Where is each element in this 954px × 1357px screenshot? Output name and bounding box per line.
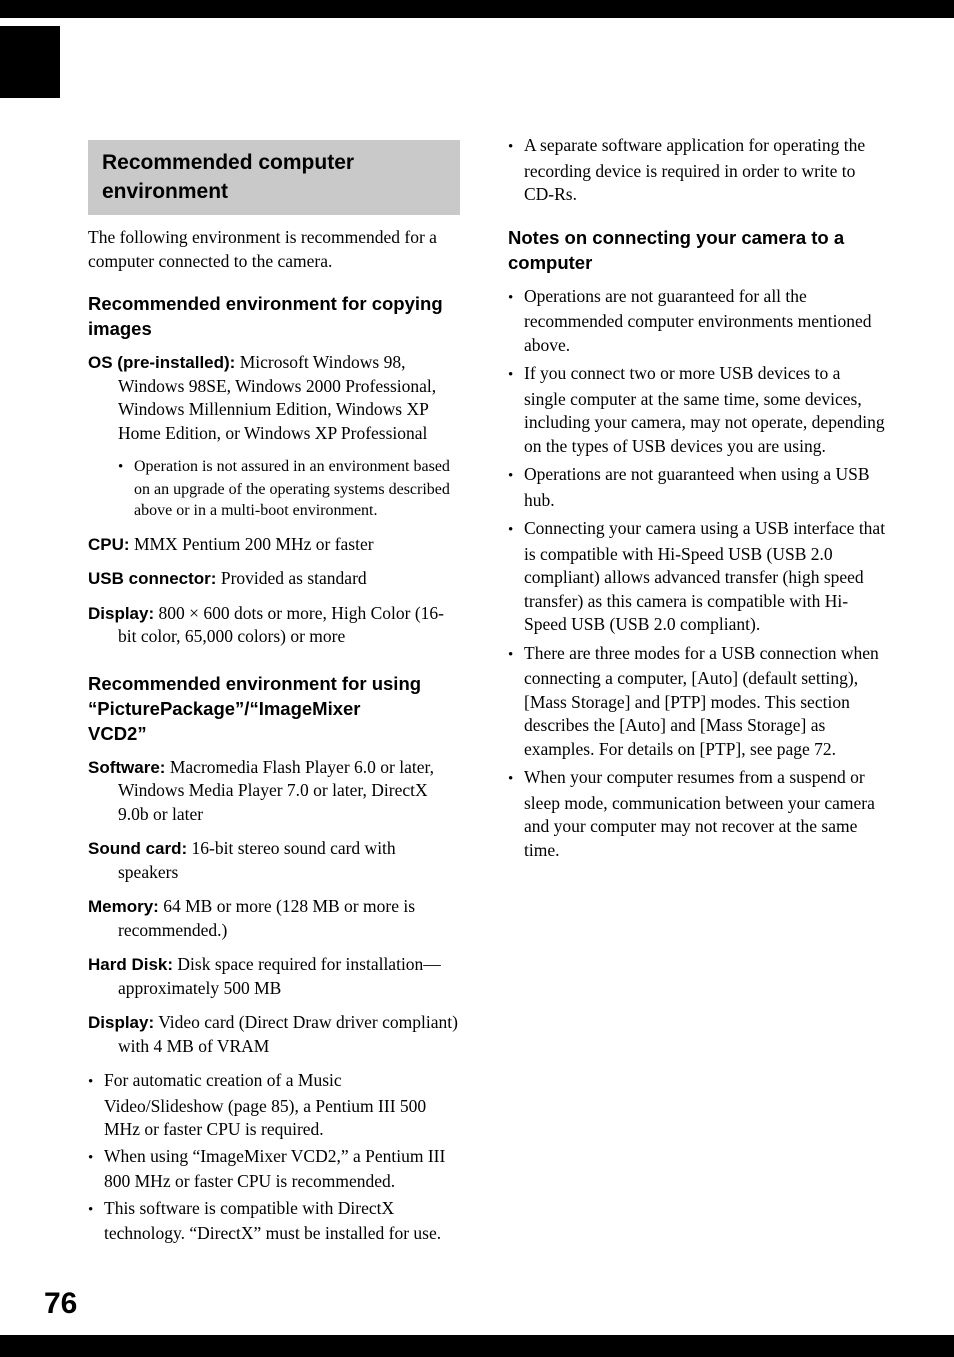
spec-display-value: 800 × 600 dots or more, High Color (16-b… <box>118 602 444 647</box>
spec-software-value: Macromedia Flash Player 6.0 or later, Wi… <box>118 756 434 824</box>
spec-display-label: Display: <box>88 603 155 623</box>
spec-display-vram-label: Display: <box>88 1013 155 1032</box>
spec-display-vram: Display: Video card (Direct Draw driver … <box>88 1011 460 1058</box>
spec-software-label: Software: <box>88 757 166 777</box>
heading-copying-images: Recommended environment for copying imag… <box>88 293 443 339</box>
section-heading-line2: environment <box>102 180 229 203</box>
heading-notes-connecting-line1: Notes on connecting your camera to a <box>508 226 845 248</box>
spec-usb-connector-value: Provided as standard <box>220 568 367 588</box>
right-column: A separate software application for oper… <box>508 134 886 873</box>
list-item: A separate software application for oper… <box>508 134 886 207</box>
connection-notes-list: Operations are not guaranteed for all th… <box>508 285 886 863</box>
heading-picturepackage: Recommended environment for using “Pictu… <box>88 671 460 746</box>
list-item: This software is compatible with DirectX… <box>88 1197 460 1246</box>
list-item: When your computer resumes from a suspen… <box>508 766 886 862</box>
spec-usb-connector: USB connector: Provided as standard <box>88 567 460 591</box>
picturepackage-notes-list: For automatic creation of a Music Video/… <box>88 1069 460 1246</box>
list-item: Connecting your camera using a USB inter… <box>508 517 886 637</box>
spec-memory: Memory: 64 MB or more (128 MB or more is… <box>88 895 460 942</box>
spec-display-vram-value: Video card (Direct Draw driver compliant… <box>118 1012 458 1056</box>
spec-usb-connector-label: USB connector: <box>88 569 217 588</box>
spec-cpu: CPU: MMX Pentium 200 MHz or faster <box>88 533 460 557</box>
spec-cpu-value: MMX Pentium 200 MHz or faster <box>133 533 374 554</box>
heading-notes-connecting-line2: computer <box>508 251 593 273</box>
spec-hard-disk: Hard Disk: Disk space required for insta… <box>88 953 460 1000</box>
spec-memory-label: Memory: <box>88 897 159 916</box>
list-item: When using “ImageMixer VCD2,” a Pentium … <box>88 1145 460 1194</box>
section-heading: Recommended computer environment <box>88 140 460 215</box>
spec-sound-card: Sound card: 16-bit stereo sound card wit… <box>88 837 460 884</box>
page-corner-tab <box>0 26 60 98</box>
document-page: Recommended computer environment The fol… <box>0 0 954 1357</box>
page-number: 76 <box>44 1287 78 1320</box>
spec-os: OS (pre-installed): Microsoft Windows 98… <box>88 351 460 445</box>
spec-cpu-label: CPU: <box>88 534 130 554</box>
top-notes-list: A separate software application for oper… <box>508 134 886 207</box>
section-heading-line1: Recommended computer <box>102 151 355 174</box>
bottom-black-bar <box>0 1335 954 1357</box>
spec-os-label: OS (pre-installed): <box>88 353 236 372</box>
spec-sound-card-label: Sound card: <box>88 839 188 858</box>
os-note-list: Operation is not assured in an environme… <box>118 456 460 522</box>
heading-notes-connecting: Notes on connecting your camera to a com… <box>508 225 886 275</box>
list-item: For automatic creation of a Music Video/… <box>88 1069 460 1142</box>
list-item: If you connect two or more USB devices t… <box>508 362 886 458</box>
spec-software: Software: Macromedia Flash Player 6.0 or… <box>88 756 460 827</box>
heading-picturepackage-line2: “PicturePackage”/“ImageMixer <box>88 697 361 719</box>
top-black-bar <box>0 0 954 18</box>
spec-memory-value: 64 MB or more (128 MB or more is recomme… <box>118 896 416 940</box>
intro-paragraph: The following environment is recommended… <box>88 227 437 271</box>
spec-display: Display: 800 × 600 dots or more, High Co… <box>88 602 460 649</box>
list-item: There are three modes for a USB connecti… <box>508 642 886 762</box>
left-column: Recommended computer environment The fol… <box>88 140 460 1257</box>
list-item: Operations are not guaranteed when using… <box>508 463 886 512</box>
list-item: Operation is not assured in an environme… <box>118 456 460 522</box>
list-item: Operations are not guaranteed for all th… <box>508 285 886 358</box>
spec-hard-disk-label: Hard Disk: <box>88 955 174 974</box>
heading-picturepackage-line1: Recommended environment for using <box>88 672 422 694</box>
heading-picturepackage-line3: VCD2” <box>88 722 147 744</box>
